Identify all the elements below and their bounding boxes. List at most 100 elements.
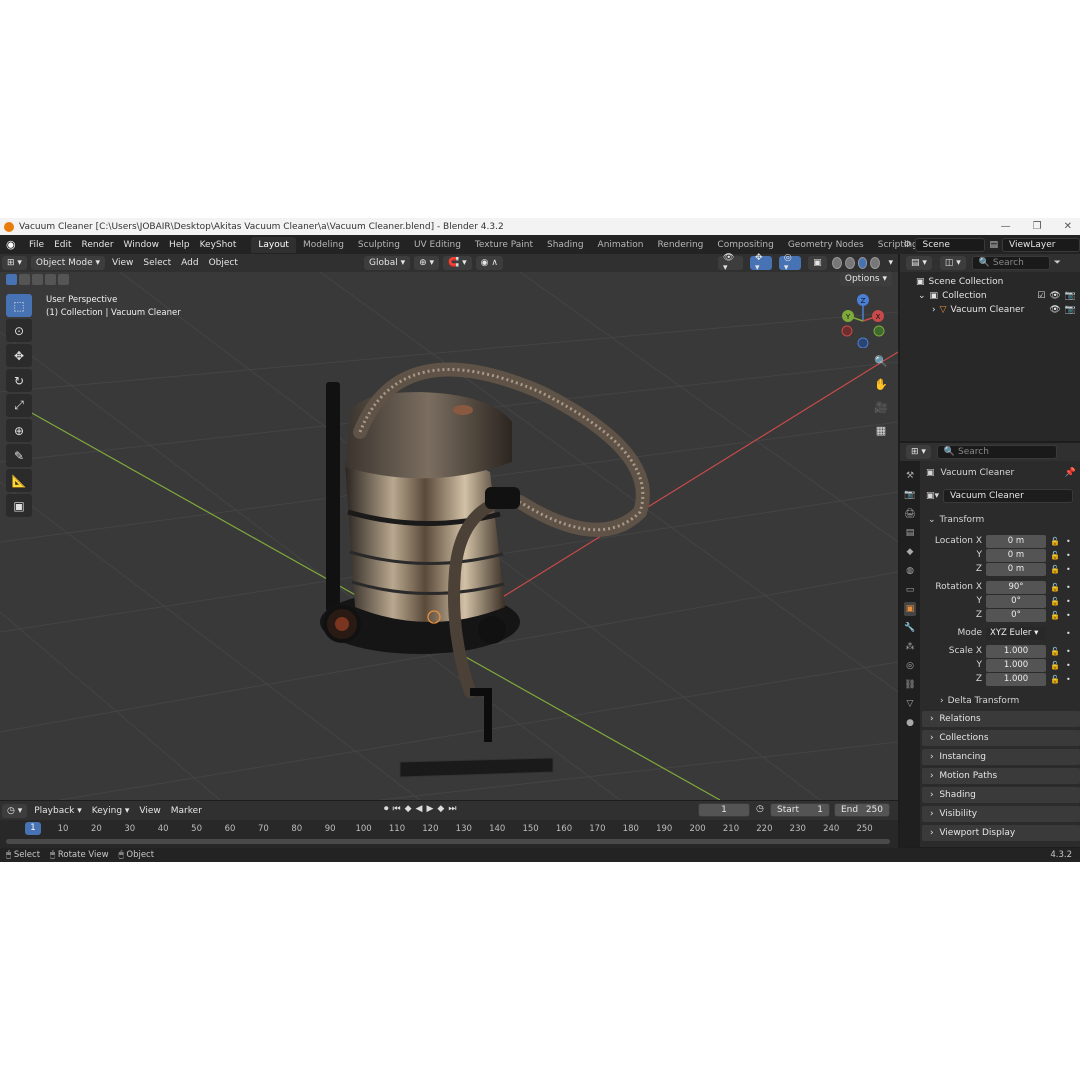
- current-frame-field[interactable]: 1: [698, 803, 750, 817]
- keyframe-dot-icon[interactable]: •: [1066, 551, 1071, 560]
- physics-tab-icon[interactable]: ◎: [904, 659, 916, 673]
- lock-icon[interactable]: 🔓: [1050, 583, 1060, 592]
- menu-file[interactable]: File: [24, 240, 49, 250]
- scale-x-field[interactable]: 1.000: [986, 644, 1046, 658]
- properties-search-input[interactable]: 🔍 Search: [936, 445, 1057, 459]
- object-visibility-icon[interactable]: 👁: [1049, 305, 1060, 315]
- end-frame-field[interactable]: End 250: [834, 803, 890, 817]
- playhead[interactable]: 1: [25, 822, 41, 835]
- object-datablock-icon[interactable]: ▣▾: [926, 491, 939, 501]
- cursor-tool-icon[interactable]: ⊙: [6, 319, 32, 342]
- outliner-editor-type-icon[interactable]: ▤ ▾: [906, 256, 932, 270]
- vacuum-cleaner-model[interactable]: [0, 272, 898, 800]
- viewport-menu-add[interactable]: Add: [176, 258, 203, 268]
- select-new-icon[interactable]: [6, 274, 17, 285]
- navigation-gizmo[interactable]: Z X Y: [836, 294, 890, 348]
- viewport-menu-view[interactable]: View: [107, 258, 138, 268]
- expand-collection-icon[interactable]: ⌄: [918, 291, 926, 301]
- scale-z-field[interactable]: 1.000: [986, 672, 1046, 686]
- overlay-toggle-icon[interactable]: ◎ ▾: [778, 253, 802, 273]
- tab-layout[interactable]: Layout: [251, 236, 296, 253]
- keyframe-dot-icon[interactable]: •: [1066, 537, 1071, 546]
- lock-icon[interactable]: 🔓: [1050, 611, 1060, 620]
- timeline-ruler[interactable]: 1 10 20 30 40 50 60 70 80 90 100 110 120 130 140 150 16…: [0, 820, 898, 848]
- select-invert-icon[interactable]: [45, 274, 56, 285]
- annotate-tool-icon[interactable]: ✎: [6, 444, 32, 467]
- keyframe-dot-icon[interactable]: •: [1066, 647, 1071, 656]
- editor-type-button[interactable]: ⊞ ▾: [2, 256, 27, 270]
- outliner-object-vacuum-cleaner[interactable]: › ▽ Vacuum Cleaner 👁 📷: [900, 303, 1080, 317]
- object-render-icon[interactable]: 📷: [1065, 305, 1076, 315]
- play-icon[interactable]: ▶: [426, 804, 433, 814]
- particles-tab-icon[interactable]: ⁂: [904, 640, 916, 654]
- scale-y-field[interactable]: 1.000: [986, 658, 1046, 672]
- orientation-selector[interactable]: Global ▾: [364, 256, 411, 270]
- keyframe-dot-icon[interactable]: •: [1066, 597, 1071, 606]
- collection-visibility-icon[interactable]: 👁: [1049, 291, 1060, 301]
- next-keyframe-icon[interactable]: ◆: [437, 804, 444, 814]
- filter-icon[interactable]: ⏷: [1054, 258, 1061, 268]
- collection-tab-icon[interactable]: ▭: [904, 583, 916, 597]
- keyframe-dot-icon[interactable]: •: [1066, 661, 1071, 670]
- jump-start-icon[interactable]: ⏮: [393, 804, 401, 814]
- lock-icon[interactable]: 🔓: [1050, 597, 1060, 606]
- keyframe-dot-icon[interactable]: •: [1066, 565, 1071, 574]
- display-mode-icon[interactable]: ◫ ▾: [939, 256, 966, 270]
- lock-icon[interactable]: 🔓: [1050, 537, 1060, 546]
- lock-icon[interactable]: 🔓: [1050, 565, 1060, 574]
- rotate-tool-icon[interactable]: ↻: [6, 369, 32, 392]
- object-name-field[interactable]: Vacuum Cleaner: [943, 489, 1074, 503]
- lock-icon[interactable]: 🔓: [1050, 675, 1060, 684]
- prev-keyframe-icon[interactable]: ◆: [405, 804, 412, 814]
- timeline-editor-type-icon[interactable]: ◷ ▾: [2, 803, 28, 818]
- viewport-menu-object[interactable]: Object: [204, 258, 243, 268]
- play-reverse-icon[interactable]: ◀: [416, 804, 423, 814]
- delta-transform-subpanel[interactable]: › Delta Transform: [922, 694, 1080, 708]
- tab-rendering[interactable]: Rendering: [650, 237, 710, 253]
- data-tab-icon[interactable]: ▽: [904, 697, 916, 711]
- constraints-tab-icon[interactable]: ⛓: [904, 678, 916, 692]
- tab-animation[interactable]: Animation: [591, 237, 651, 253]
- tab-shading[interactable]: Shading: [540, 237, 591, 253]
- snap-icon[interactable]: 🧲 ▾: [443, 256, 472, 270]
- timeline-menu-view[interactable]: View: [134, 806, 165, 816]
- timeline-menu-keying[interactable]: Keying ▾: [87, 806, 135, 816]
- menu-render[interactable]: Render: [77, 240, 119, 250]
- tool-tab-icon[interactable]: ⚒: [904, 469, 916, 483]
- collection-render-icon[interactable]: 📷: [1065, 291, 1076, 301]
- options-button[interactable]: Options ▾: [839, 272, 892, 286]
- section-shading[interactable]: › Shading: [922, 787, 1080, 803]
- tab-texture-paint[interactable]: Texture Paint: [468, 237, 540, 253]
- scene-tab-icon[interactable]: ◆: [904, 545, 916, 559]
- location-y-field[interactable]: 0 m: [986, 548, 1046, 562]
- scale-tool-icon[interactable]: ⤢: [6, 394, 32, 417]
- start-frame-field[interactable]: Start 1: [770, 803, 830, 817]
- rotation-x-field[interactable]: 90°: [986, 580, 1046, 594]
- section-viewport-display[interactable]: › Viewport Display: [922, 825, 1080, 841]
- zoom-icon[interactable]: 🔍: [872, 352, 890, 370]
- solid-shading-icon[interactable]: [844, 257, 855, 269]
- record-icon[interactable]: ⏺: [384, 804, 389, 814]
- transform-section-header[interactable]: ⌄ Transform: [922, 513, 1080, 527]
- lock-icon[interactable]: 🔓: [1050, 647, 1060, 656]
- jump-end-icon[interactable]: ⏭: [448, 804, 456, 814]
- keyframe-dot-icon[interactable]: •: [1066, 629, 1071, 638]
- maximize-button[interactable]: ❐: [1033, 221, 1042, 232]
- add-cube-tool-icon[interactable]: ▣: [6, 494, 32, 517]
- transform-tool-icon[interactable]: ⊕: [6, 419, 32, 442]
- menu-help[interactable]: Help: [164, 240, 195, 250]
- xray-toggle-icon[interactable]: ▣: [808, 256, 827, 270]
- proportional-edit-icon[interactable]: ◉ ∧: [475, 256, 503, 270]
- section-visibility[interactable]: › Visibility: [922, 806, 1080, 822]
- outliner-search-input[interactable]: 🔍 Search: [971, 256, 1050, 270]
- lock-icon[interactable]: 🔓: [1050, 661, 1060, 670]
- output-tab-icon[interactable]: 🖨: [904, 507, 916, 521]
- pin-icon[interactable]: 📌: [1065, 468, 1080, 478]
- world-tab-icon[interactable]: ◍: [904, 564, 916, 578]
- section-instancing[interactable]: › Instancing: [922, 749, 1080, 765]
- select-intersect-icon[interactable]: [58, 274, 69, 285]
- wireframe-shading-icon[interactable]: [831, 257, 842, 269]
- location-x-field[interactable]: 0 m: [986, 534, 1046, 548]
- object-tab-icon[interactable]: ▣: [904, 602, 916, 616]
- menu-keyshot[interactable]: KeyShot: [195, 240, 242, 250]
